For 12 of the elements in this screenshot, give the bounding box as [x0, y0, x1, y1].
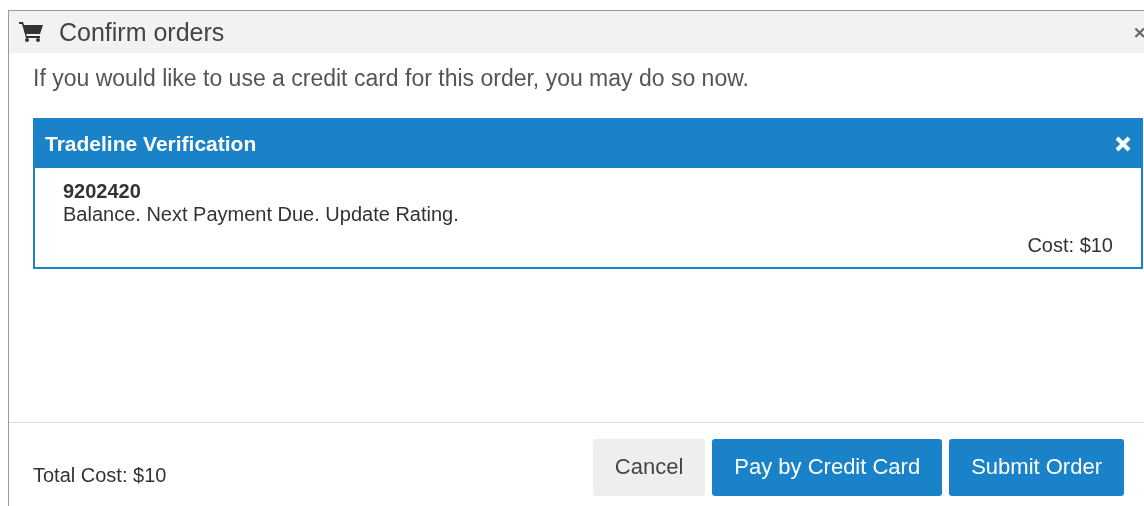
panel-title: Tradeline Verification — [45, 132, 257, 156]
dialog-title: Confirm orders — [59, 17, 225, 47]
order-number: 9202420 — [63, 180, 142, 203]
order-description: Balance. Next Payment Due. Update Rating. — [63, 203, 460, 226]
cart-icon — [19, 22, 43, 42]
remove-icon[interactable] — [1115, 136, 1131, 152]
order-cost: Cost: $10 — [1026, 234, 1113, 257]
action-button[interactable]: Submit Order — [949, 438, 1124, 496]
intro-text: If you would like to use a credit card for this order, you may do so now. — [33, 65, 750, 92]
cancel-button[interactable]: Cancel — [592, 438, 706, 496]
total-cost: Total Cost: $10 — [33, 463, 167, 487]
action-button[interactable]: Pay by Credit Card — [712, 438, 943, 496]
